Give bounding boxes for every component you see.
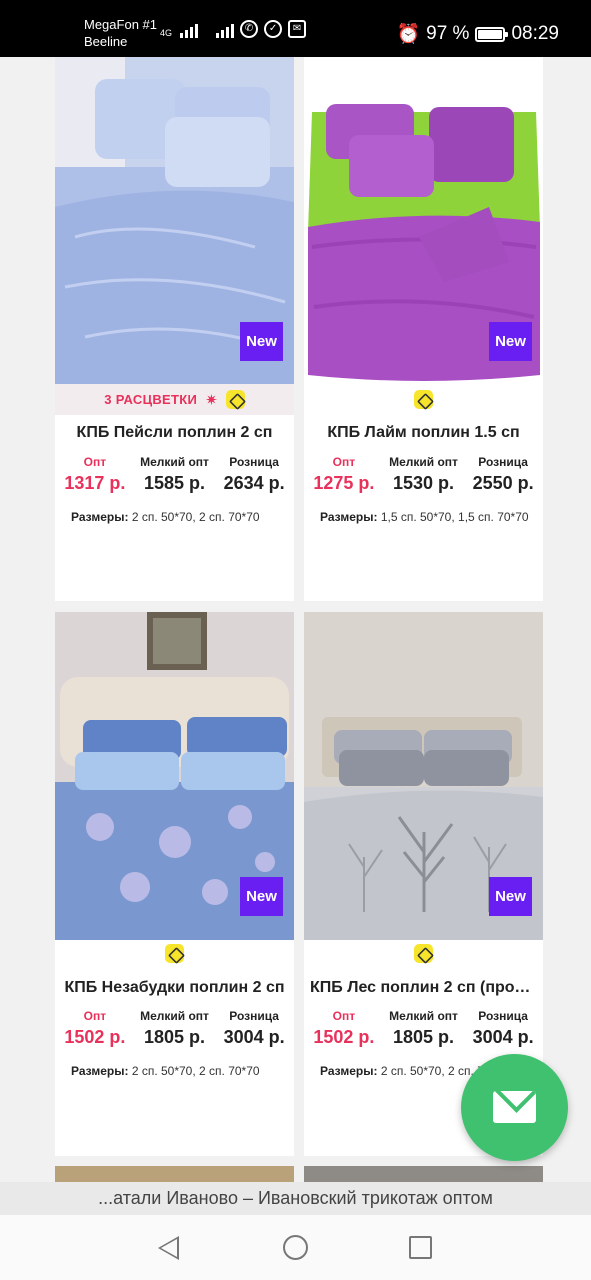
- alarm-icon: ⏰: [396, 24, 421, 45]
- product-image[interactable]: New: [304, 612, 543, 940]
- product-card[interactable]: New КПБ Лайм поплин 1.5 сп Опт 1275 р. Ме…: [304, 57, 543, 601]
- product-sizes: Размеры: 2 сп. 50*70, 2 сп. 70*70: [71, 1064, 283, 1078]
- product-tags: [304, 938, 543, 969]
- ar-view-icon[interactable]: [414, 944, 433, 963]
- back-icon[interactable]: [158, 1236, 179, 1260]
- status-right: ⏰ 97 % 08:29: [396, 22, 559, 46]
- network-type: 4G: [160, 28, 173, 38]
- product-card-partial[interactable]: [304, 1166, 543, 1182]
- sizes-label: Размеры:: [71, 510, 129, 524]
- price-opt: 1502 р.: [64, 1027, 126, 1047]
- new-badge: New: [489, 322, 532, 361]
- clock: 08:29: [511, 23, 559, 44]
- product-sizes: Размеры: 1,5 сп. 50*70, 1,5 сп. 70*70: [320, 510, 532, 524]
- price-label-opt: Опт: [332, 455, 356, 469]
- price-opt: 1317 р.: [64, 473, 126, 493]
- price-retail: 2634 р.: [223, 473, 285, 493]
- price-label-retail: Розница: [229, 1009, 279, 1023]
- product-title[interactable]: КПБ Незабудки поплин 2 сп: [55, 979, 294, 997]
- price-block: Опт 1502 р. Мелкий опт 1805 р. Розница 3004…: [304, 1009, 543, 1050]
- mail-icon: [493, 1091, 536, 1123]
- price-label-opt: Опт: [83, 1009, 107, 1023]
- price-retail: 3004 р.: [223, 1027, 285, 1047]
- price-retail: 3004 р.: [472, 1027, 534, 1047]
- carrier-1: MegaFon #1: [84, 17, 157, 32]
- price-opt: 1502 р.: [313, 1027, 375, 1047]
- price-label-opt: Опт: [332, 1009, 356, 1023]
- sizes-label: Размеры:: [320, 1064, 378, 1078]
- price-label-small-opt: Мелкий опт: [389, 1009, 458, 1023]
- price-block: Опт 1502 р. Мелкий опт 1805 р. Розница 3004…: [55, 1009, 294, 1050]
- ar-view-icon[interactable]: [414, 390, 433, 409]
- product-tags: 3 РАСЦВЕТКИ ✷: [55, 384, 294, 415]
- new-badge: New: [489, 877, 532, 916]
- price-small-opt: 1585 р.: [143, 473, 206, 493]
- status-bar: MegaFon #1 Beeline 4G ✆ ✓ ✉ ⏰ 97 % 08:29: [0, 0, 591, 57]
- status-icons: 4G ✆ ✓ ✉: [160, 20, 307, 38]
- sizes-value: 1,5 сп. 50*70, 1,5 сп. 70*70: [380, 510, 529, 524]
- price-label-small-opt: Мелкий опт: [389, 455, 458, 469]
- price-block: Опт 1317 р. Мелкий опт 1585 р. Розница 2634…: [55, 455, 294, 496]
- product-card-partial[interactable]: [55, 1166, 294, 1182]
- sizes-value: 2 сп. 50*70, 2 сп. 70*70: [131, 1064, 260, 1078]
- navigation-bar: [0, 1215, 591, 1280]
- signal-icon-1: [180, 22, 199, 38]
- product-tags: [55, 938, 294, 969]
- battery-fill: [478, 29, 502, 39]
- sberbank-icon: ✓: [264, 20, 283, 38]
- colors-count-label: 3 РАСЦВЕТКИ: [104, 392, 198, 407]
- battery-icon: [475, 26, 509, 42]
- product-title[interactable]: КПБ Лес поплин 2 сп (простыня на резинке…: [304, 979, 543, 997]
- product-image[interactable]: New: [55, 612, 294, 940]
- product-image[interactable]: New: [304, 57, 543, 384]
- product-tags: [304, 384, 543, 415]
- product-title[interactable]: КПБ Пейсли поплин 2 сп: [55, 424, 294, 442]
- price-label-opt: Опт: [83, 455, 107, 469]
- price-small-opt: 1805 р.: [392, 1027, 455, 1047]
- recents-icon[interactable]: [409, 1236, 432, 1259]
- contact-fab-button[interactable]: [461, 1054, 568, 1161]
- url-bar[interactable]: ...атали Иваново – Ивановский трикотаж о…: [0, 1182, 591, 1215]
- price-label-small-opt: Мелкий опт: [140, 455, 209, 469]
- price-small-opt: 1530 р.: [392, 473, 455, 493]
- signal-icon-2: [216, 22, 235, 38]
- price-opt: 1275 р.: [313, 473, 375, 493]
- price-retail: 2550 р.: [472, 473, 534, 493]
- sparkle-icon: ✷: [205, 391, 218, 409]
- product-card[interactable]: New 3 РАСЦВЕТКИ ✷ КПБ Пейсли поплин 2 сп…: [55, 57, 294, 601]
- sizes-label: Размеры:: [71, 1064, 129, 1078]
- new-badge: New: [240, 877, 283, 916]
- new-badge: New: [240, 322, 283, 361]
- product-card[interactable]: New КПБ Незабудки поплин 2 сп Опт 1502 р.…: [55, 612, 294, 1156]
- mail-notification-icon: ✉: [288, 20, 307, 38]
- product-title[interactable]: КПБ Лайм поплин 1.5 сп: [304, 424, 543, 442]
- price-label-retail: Розница: [478, 1009, 528, 1023]
- carrier-2: Beeline: [84, 34, 128, 49]
- sizes-label: Размеры:: [320, 510, 378, 524]
- product-sizes: Размеры: 2 сп. 50*70, 2 сп. 70*70: [71, 510, 283, 524]
- price-label-retail: Розница: [229, 455, 279, 469]
- price-label-retail: Розница: [478, 455, 528, 469]
- viber-icon: ✆: [240, 20, 259, 38]
- price-block: Опт 1275 р. Мелкий опт 1530 р. Розница 2550…: [304, 455, 543, 496]
- carrier-info: MegaFon #1 Beeline: [84, 16, 157, 50]
- home-icon[interactable]: [283, 1235, 308, 1260]
- price-small-opt: 1805 р.: [143, 1027, 206, 1047]
- price-label-small-opt: Мелкий опт: [140, 1009, 209, 1023]
- ar-view-icon[interactable]: [225, 390, 245, 409]
- ar-view-icon[interactable]: [165, 944, 184, 963]
- battery-percent: 97 %: [426, 23, 470, 44]
- product-image[interactable]: New: [55, 57, 294, 384]
- sizes-value: 2 сп. 50*70, 2 сп. 70*70: [131, 510, 260, 524]
